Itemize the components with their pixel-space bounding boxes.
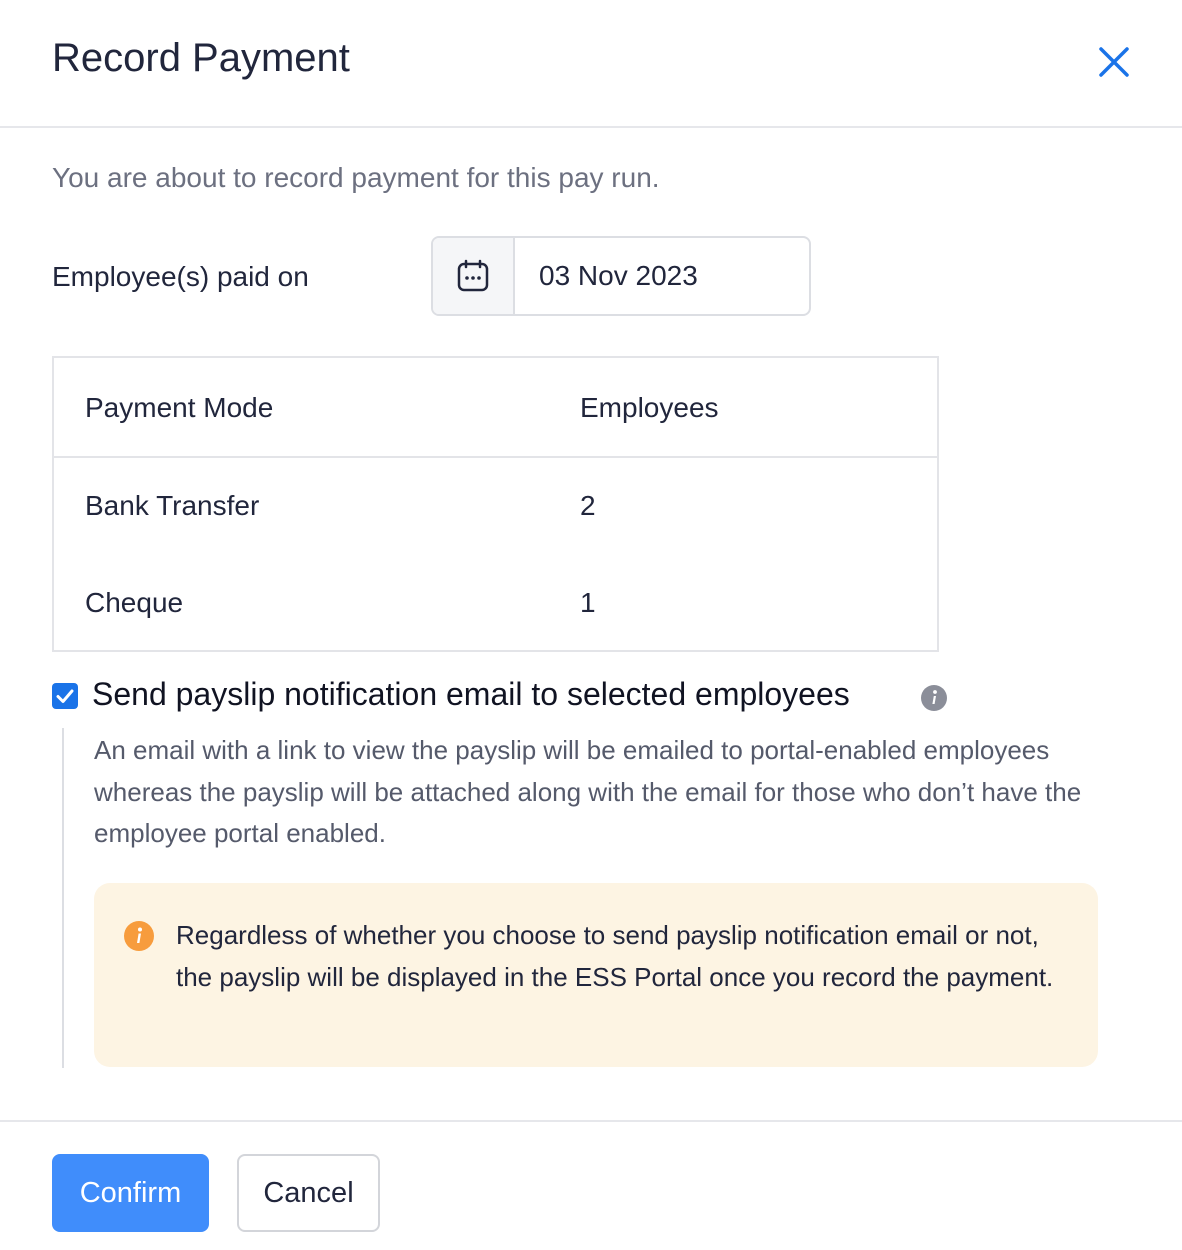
payslip-display-note: Regardless of whether you choose to send…: [94, 883, 1098, 1067]
paid-on-date-field[interactable]: 03 Nov 2023: [431, 236, 811, 316]
description-divider: [62, 728, 64, 1068]
payment-mode-table: Payment Mode Employees Bank Transfer 2 C…: [52, 356, 939, 652]
row-employee-count: 1: [580, 587, 596, 618]
close-icon: [1099, 47, 1129, 77]
info-icon[interactable]: [920, 684, 948, 712]
cancel-button[interactable]: Cancel: [237, 1154, 380, 1232]
confirm-button[interactable]: Confirm: [52, 1154, 209, 1232]
header-payment-mode: Payment Mode: [85, 392, 274, 423]
date-value[interactable]: 03 Nov 2023: [515, 238, 809, 314]
close-button[interactable]: [1092, 40, 1136, 84]
send-payslip-checkbox[interactable]: [52, 683, 78, 709]
dialog-header: Record Payment: [0, 0, 1182, 128]
row-payment-mode: Cheque: [85, 587, 184, 618]
intro-text: You are about to record payment for this…: [52, 162, 660, 193]
dialog-title: Record Payment: [52, 36, 350, 80]
row-employee-count: 2: [580, 490, 596, 521]
header-employees: Employees: [580, 392, 719, 423]
table-header: Payment Mode Employees: [54, 358, 937, 458]
date-picker-button[interactable]: [433, 238, 515, 314]
warning-info-icon: [123, 920, 155, 952]
row-payment-mode: Bank Transfer: [85, 490, 260, 521]
paid-on-label: Employee(s) paid on: [52, 261, 309, 292]
note-text: Regardless of whether you choose to send…: [176, 920, 1054, 992]
send-payslip-label[interactable]: Send payslip notification email to selec…: [92, 676, 850, 713]
calendar-icon: [457, 259, 489, 292]
checkmark-icon: [56, 689, 74, 703]
notification-description: An email with a link to view the payslip…: [94, 735, 1082, 848]
dialog-footer: Confirm Cancel: [0, 1120, 1182, 1250]
notification-option: Send payslip notification email to selec…: [52, 676, 1052, 716]
